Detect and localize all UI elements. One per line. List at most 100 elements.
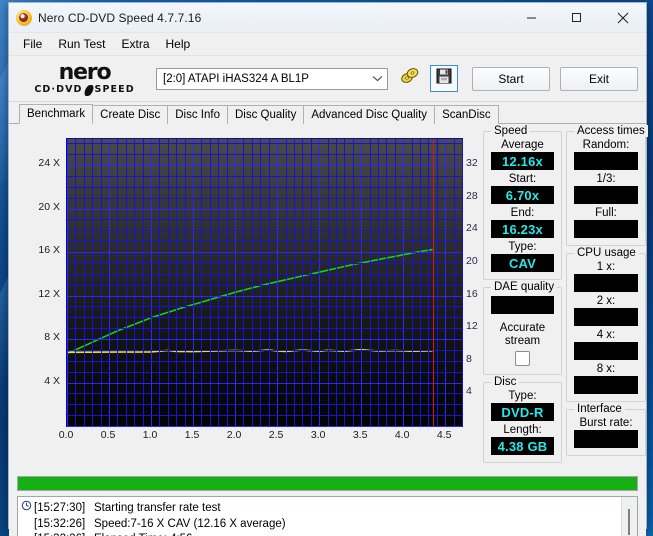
chart-axis-tick-label: 3.5 [352, 429, 368, 441]
chart-gridline-horizontal [67, 154, 462, 155]
speed-type-label: Type: [508, 241, 537, 253]
accurate-stream-checkbox[interactable] [515, 351, 530, 366]
chart-gridline-horizontal [67, 285, 462, 286]
chart-axis-tick-label: 16 X [38, 244, 60, 257]
dae-quality-value [491, 296, 554, 314]
chart-gridline-horizontal [67, 426, 462, 427]
tab-disc-info[interactable]: Disc Info [167, 105, 228, 124]
chart-gridline-horizontal [67, 383, 462, 384]
chart-gridline-horizontal [67, 339, 462, 340]
benchmark-panel: 4 X 8 X 12 X 16 X 20 X 24 X 4 8 12 16 20 24 28 32 0.0 0… [9, 124, 648, 536]
log-timestamp: [15:32:26] [34, 518, 86, 530]
clock-icon-placeholder [21, 515, 33, 527]
chart-gridline-horizontal [67, 165, 462, 166]
diagnostics-column: Access times Random: 1/3: Full: CPU usag… [566, 125, 648, 470]
speed-type-value: CAV [491, 254, 554, 272]
chart-axis-tick-label: 28 [466, 189, 478, 202]
nero-logo: nero CD·DVD SPEED [23, 61, 146, 96]
save-button[interactable] [430, 65, 458, 92]
tab-advanced-disc-quality[interactable]: Advanced Disc Quality [303, 105, 436, 124]
chart-gridline-horizontal [67, 274, 462, 275]
speed-end-value: 16.23x [491, 220, 554, 238]
tab-disc-quality[interactable]: Disc Quality [227, 105, 305, 124]
menu-item-file[interactable]: File [15, 35, 50, 53]
chart-gridline-horizontal [67, 252, 462, 253]
log-scrollbar[interactable] [621, 497, 637, 536]
chart-axis-tick-label: 2.0 [226, 429, 242, 441]
chart-gridline-horizontal [67, 404, 462, 405]
minimize-button[interactable] [509, 4, 554, 32]
disc-group: Disc Type: DVD-R Length: 4.38 GB [483, 376, 562, 463]
log-message: Starting transfer rate test [94, 502, 221, 514]
access-third-label: 1/3: [596, 173, 616, 185]
speed-start-value: 6.70x [491, 186, 554, 204]
chart-axis-tick-label: 2.5 [268, 429, 284, 441]
speed-start-label: Start: [508, 173, 537, 185]
chart-axis-tick-label: 12 [466, 320, 478, 333]
chart-axis-tick-label: 20 X [38, 200, 60, 213]
log-scrollbar-thumb[interactable] [628, 509, 630, 535]
upper-row: 4 X 8 X 12 X 16 X 20 X 24 X 4 8 12 16 20 24 28 32 0.0 0… [17, 125, 648, 470]
access-full-value [574, 220, 638, 238]
chart-axis-tick-label: 0.0 [58, 429, 74, 441]
chart-axis-tick-label: 24 [466, 222, 478, 235]
access-third-value [574, 186, 638, 204]
access-random-value [574, 152, 638, 170]
dae-quality-group-label: DAE quality [491, 281, 558, 293]
interface-group-label: Interface [574, 403, 625, 415]
maximize-button[interactable] [554, 4, 599, 32]
disc-length-value: 4.38 GB [491, 437, 554, 455]
access-times-group: Access times Random: 1/3: Full: [566, 125, 648, 246]
cpu-8x-label: 8 x: [596, 363, 616, 375]
access-random-label: Random: [582, 139, 630, 151]
chart-axis-tick-label: 0.5 [100, 429, 116, 441]
log-line: [15:32:26] Speed:7-16 X CAV (12.16 X ave… [21, 515, 621, 530]
menu-item-extra[interactable]: Extra [113, 35, 157, 53]
chart-axis-tick-label: 16 [466, 287, 478, 300]
tab-create-disc[interactable]: Create Disc [92, 105, 169, 124]
access-full-label: Full: [595, 207, 617, 219]
tab-scandisc[interactable]: ScanDisc [434, 105, 499, 124]
chart-gridline-horizontal [67, 361, 462, 362]
disc-length-label: Length: [503, 424, 542, 436]
accurate-stream-label-line1: Accurate [499, 322, 546, 334]
chart-gridline-horizontal [67, 219, 462, 220]
exit-button[interactable]: Exit [560, 66, 638, 91]
drive-select[interactable]: [2:0] ATAPI iHAS324 A BL1P [156, 67, 388, 90]
log-timestamp: [15:27:30] [34, 502, 86, 514]
chart-gridline-horizontal [67, 230, 462, 231]
disc-type-value: DVD-R [491, 403, 554, 421]
access-times-group-label: Access times [574, 125, 648, 137]
accurate-stream-label-line2: stream [504, 335, 541, 347]
chart-axis-tick-label: 4 [466, 385, 472, 398]
clock-icon-placeholder [21, 530, 33, 536]
burst-rate-label: Burst rate: [579, 417, 633, 429]
chart-gridline-horizontal [67, 263, 462, 264]
menu-item-help[interactable]: Help [158, 35, 199, 53]
drive-select-value: [2:0] ATAPI iHAS324 A BL1P [163, 72, 309, 85]
chart-gridline-horizontal [67, 317, 462, 318]
title-bar: Nero CD-DVD Speed 4.7.7.16 [9, 3, 646, 33]
nero-logo-sub-right: SPEED [94, 84, 135, 96]
transfer-rate-chart: 4 X 8 X 12 X 16 X 20 X 24 X 4 8 12 16 20 24 28 32 0.0 0… [17, 131, 479, 441]
interface-group: Interface Burst rate: [566, 403, 646, 456]
speed-disc-button[interactable] [395, 65, 423, 92]
start-button[interactable]: Start [472, 66, 550, 91]
nero-logo-slash-icon [82, 84, 95, 96]
chart-gridline-horizontal [67, 143, 462, 144]
chart-position-marker [433, 139, 434, 426]
nero-logo-subtitle: CD·DVD SPEED [34, 84, 135, 96]
tab-benchmark[interactable]: Benchmark [19, 104, 94, 124]
chart-axis-tick-label: 8 X [44, 331, 60, 344]
disc-group-label: Disc [491, 376, 520, 388]
menu-bar: File Run Test Extra Help [9, 33, 646, 56]
chart-gridline-horizontal [67, 350, 462, 351]
chart-axis-tick-label: 8 [466, 352, 472, 365]
toolbar: nero CD·DVD SPEED [2:0] ATAPI iHAS324 A … [9, 56, 646, 102]
speed-disc-icon [400, 67, 419, 90]
chart-gridline-horizontal [67, 306, 462, 307]
chart-gridline-vertical [462, 139, 463, 426]
menu-item-run-test[interactable]: Run Test [50, 35, 113, 53]
log-line: [15:32:26] Elapsed Time: 4:56 [21, 530, 621, 536]
close-button[interactable] [599, 4, 646, 32]
